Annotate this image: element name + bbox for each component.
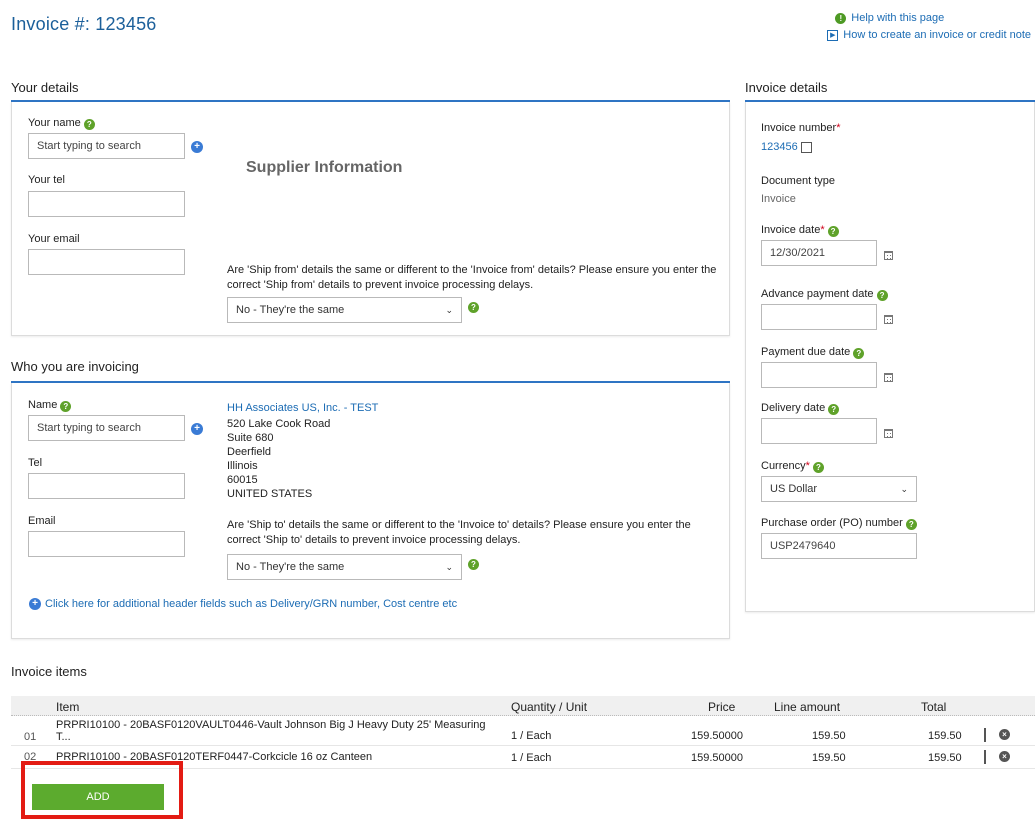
help-icon[interactable]: ? [60,401,72,412]
ship-from-select[interactable]: No - They're the same ⌄ [227,297,462,323]
col-total: Total [921,700,947,714]
col-line-amount: Line amount [774,700,841,714]
item-quantity: 1 / Each [511,730,552,742]
po-number-label: Purchase order (PO) number? [761,517,917,530]
your-details-title: Your details [11,80,79,95]
invoice-number: 123456 [761,141,812,153]
item-total: 159.50 [928,730,962,742]
advance-payment-input[interactable] [761,304,877,330]
customer-address: 520 Lake Cook Road Suite 680 Deerfield I… [227,418,331,500]
edit-icon[interactable] [800,141,812,153]
help-icon[interactable]: ? [827,226,839,237]
help-page-link[interactable]: ! Help with this page [835,12,1031,24]
chevron-down-icon: ⌄ [900,483,908,494]
plus-circle-icon: + [29,598,41,610]
delivery-date-label: Delivery date? [761,402,840,415]
edit-icon[interactable] [984,750,986,764]
item-price: 159.50000 [691,752,743,764]
help-icon[interactable]: ? [468,302,479,313]
customer-email-input[interactable] [28,531,185,557]
item-line-amount: 159.50 [812,752,846,764]
delete-icon[interactable]: × [999,751,1010,762]
item-description: PRPRI10100 - 20BASF0120VAULT0446-Vault J… [56,719,486,743]
item-total: 159.50 [928,752,962,764]
row-number: 01 [24,731,37,743]
delete-icon[interactable]: × [999,729,1010,740]
table-row[interactable]: 01 PRPRI10100 - 20BASF0120VAULT0446-Vaul… [11,716,1035,746]
advance-payment-label: Advance payment date? [761,288,888,301]
info-icon: ! [835,12,847,24]
calendar-icon[interactable] [883,428,893,438]
chevron-down-icon: ⌄ [445,304,453,315]
email-label: Email [28,515,56,527]
invoice-items-title: Invoice items [11,664,87,679]
help-icon[interactable]: ? [905,519,917,530]
help-icon[interactable]: ? [83,119,95,130]
currency-select[interactable]: US Dollar ⌄ [761,476,917,502]
your-email-input[interactable] [28,249,185,275]
invoice-details-title: Invoice details [745,80,828,95]
customer-tel-input[interactable] [28,473,185,499]
page-title: Invoice #: 123456 [11,14,157,34]
your-name-label: Your name? [28,117,95,130]
items-table-header: Item Quantity / Unit Price Line amount T… [11,696,1035,716]
add-plus-icon[interactable]: + [191,141,203,153]
your-email-label: Your email [28,233,80,245]
col-item: Item [56,700,80,714]
additional-fields-link[interactable]: + Click here for additional header field… [29,598,457,610]
payment-due-input[interactable] [761,362,877,388]
your-tel-label: Your tel [28,174,65,186]
item-price: 159.50000 [691,730,743,742]
chevron-down-icon: ⌄ [445,561,453,572]
currency-label: Currency*? [761,460,824,473]
tel-label: Tel [28,457,43,469]
invoice-number-label: Invoice number* [761,122,841,134]
add-plus-icon[interactable]: + [191,423,203,435]
help-icon[interactable]: ? [828,404,840,415]
help-icon[interactable]: ? [812,462,824,473]
ship-from-question: Are 'Ship from' details the same or diff… [227,264,717,291]
name-label: Name? [28,399,72,412]
col-price: Price [708,700,736,714]
your-tel-input[interactable] [28,191,185,217]
calendar-icon[interactable] [883,372,893,382]
how-to-link[interactable]: ▶ How to create an invoice or credit not… [827,29,1031,41]
calendar-icon[interactable] [883,250,893,260]
customer-company-link[interactable]: HH Associates US, Inc. - TEST [227,401,378,415]
help-icon[interactable]: ? [468,559,479,570]
col-quantity: Quantity / Unit [511,700,588,714]
invoice-date-label: Invoice date*? [761,224,839,237]
calendar-icon[interactable] [883,314,893,324]
edit-icon[interactable] [984,728,986,742]
add-item-button[interactable]: ADD [32,784,164,810]
supplier-information-text: Supplier Information [246,159,403,176]
item-line-amount: 159.50 [812,730,846,742]
help-icon[interactable]: ? [876,290,888,301]
delivery-date-input[interactable] [761,418,877,444]
who-invoicing-title: Who you are invoicing [11,359,139,374]
invoice-date-input[interactable]: 12/30/2021 [761,240,877,266]
po-number-input[interactable]: USP2479640 [761,533,917,559]
your-name-input[interactable]: Start typing to search [28,133,185,159]
item-quantity: 1 / Each [511,752,552,764]
payment-due-label: Payment due date? [761,346,865,359]
document-type-label: Document type [761,175,835,187]
customer-name-input[interactable]: Start typing to search [28,415,185,441]
ship-to-question: Are 'Ship to' details the same or differ… [227,519,691,546]
help-icon[interactable]: ? [853,348,865,359]
ship-to-select[interactable]: No - They're the same ⌄ [227,554,462,580]
document-type-value: Invoice [761,193,796,205]
help-links: ! Help with this page ▶ How to create an… [827,12,1031,46]
video-icon: ▶ [827,29,839,41]
